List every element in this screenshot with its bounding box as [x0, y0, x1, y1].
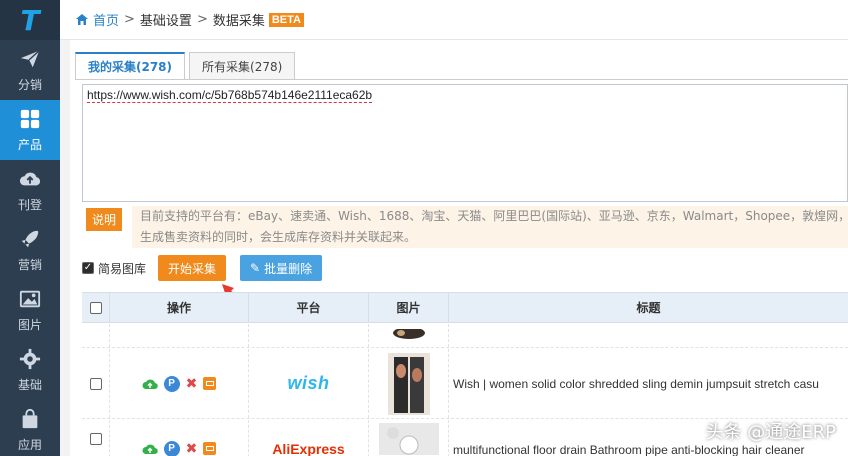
platform-logo-wish: wish — [287, 373, 330, 393]
breadcrumb-home-link[interactable]: 首页 — [93, 10, 119, 29]
more-options-icon[interactable] — [203, 377, 217, 390]
beta-badge: BETA — [268, 12, 304, 27]
simple-gallery-label: 简易图库 — [98, 261, 147, 276]
product-thumbnail[interactable] — [369, 349, 449, 418]
note-badge: 说明 — [86, 208, 123, 231]
tab-bar: 我的采集(278) 所有采集(278) — [75, 52, 299, 80]
paper-plane-icon — [20, 49, 40, 67]
rocket-icon — [21, 230, 39, 247]
sidebar-item-basic[interactable]: 基础 — [0, 340, 60, 400]
header-platform: 平台 — [249, 293, 369, 322]
watermark: 头条 @通途ERP — [705, 422, 836, 443]
breadcrumb-separator: > — [196, 12, 208, 27]
home-icon[interactable] — [75, 13, 89, 26]
product-image — [387, 352, 430, 415]
product-thumbnail[interactable] — [369, 324, 449, 347]
more-options-icon[interactable] — [203, 442, 217, 455]
note-panel: 说明 目前支持的平台有：eBay、速卖通、Wish、1688、淘宝、天猫、阿里巴… — [82, 206, 848, 250]
product-image — [378, 422, 439, 455]
sidebar-item-label: 产品 — [17, 137, 42, 152]
sidebar-item-products[interactable]: 产品 — [0, 100, 60, 160]
publish-p-icon[interactable]: P — [163, 375, 180, 392]
select-all-checkbox[interactable] — [89, 301, 102, 314]
sidebar-item-listing[interactable]: 刊登 — [0, 160, 60, 220]
main-area: 首页 > 基础设置 > 数据采集 BETA 我的采集(278) 所有采集(278… — [60, 0, 848, 456]
url-textarea[interactable]: https://www.wish.com/c/5b768b574b146e211… — [82, 84, 848, 202]
note-line-1: 目前支持的平台有：eBay、速卖通、Wish、1688、淘宝、天猫、阿里巴巴(国… — [140, 209, 848, 223]
sidebar-item-label: 基础 — [17, 377, 42, 392]
breadcrumb-level2: 基础设置 — [139, 14, 192, 29]
header-select-all — [82, 293, 110, 322]
row-checkbox[interactable] — [89, 377, 102, 390]
note-text: 目前支持的平台有：eBay、速卖通、Wish、1688、淘宝、天猫、阿里巴巴(国… — [132, 206, 848, 248]
product-thumbnail[interactable] — [369, 420, 449, 456]
image-icon — [19, 290, 41, 307]
batch-delete-label: 批量删除 — [264, 261, 313, 276]
sidebar-item-apps[interactable]: 应用 — [0, 400, 60, 456]
sidebar-item-marketing[interactable]: 营销 — [0, 220, 60, 280]
url-text: https://www.wish.com/c/5b768b574b146e211… — [87, 88, 373, 103]
logo-text: T — [20, 3, 40, 37]
row-checkbox[interactable] — [89, 432, 102, 445]
sidebar-item-images[interactable]: 图片 — [0, 280, 60, 340]
sidebar-item-label: 刊登 — [17, 197, 42, 212]
table-header: 操作 平台 图片 标题 — [82, 293, 848, 323]
header-title: 标题 — [636, 301, 661, 315]
delete-x-icon[interactable]: ✖ — [186, 375, 198, 392]
tab-my-collections[interactable]: 我的采集(278) — [75, 52, 186, 80]
cloud-upload-icon[interactable] — [142, 441, 158, 456]
row-operations: P ✖ — [142, 440, 217, 456]
delete-x-icon[interactable]: ✖ — [186, 440, 198, 456]
product-title: Wish | women solid color shredded sling … — [453, 376, 819, 391]
gear-icon — [19, 348, 41, 369]
grid-icon — [20, 109, 40, 128]
publish-p-icon[interactable]: P — [163, 440, 180, 456]
sidebar-item-label: 应用 — [17, 437, 42, 452]
simple-gallery-checkbox[interactable] — [82, 262, 94, 274]
start-collect-button[interactable]: 开始采集 — [158, 255, 227, 281]
sidebar-item-label: 图片 — [17, 317, 42, 332]
note-line-2: 生成售卖资料的同时，会生成库存资料并关联起来。 — [140, 230, 417, 244]
shopping-bag-icon — [22, 408, 38, 428]
sidebar-item-label: 分销 — [17, 77, 42, 92]
platform-logo-aliexpress: AliExpress — [272, 441, 345, 456]
breadcrumb: 首页 > 基础设置 > 数据采集 BETA — [60, 0, 848, 40]
sidebar-item-distribution[interactable]: 分销 — [0, 40, 60, 100]
cloud-upload-icon[interactable] — [142, 376, 158, 392]
tab-all-collections[interactable]: 所有采集(278) — [189, 52, 296, 80]
row-operations: P ✖ — [142, 375, 217, 392]
edit-icon: ✎ — [250, 261, 261, 275]
breadcrumb-current: 数据采集 — [212, 14, 265, 29]
header-image: 图片 — [369, 293, 449, 322]
header-operation: 操作 — [110, 293, 249, 322]
sidebar-item-label: 营销 — [17, 257, 42, 272]
cloud-upload-icon — [19, 172, 41, 185]
content-panel: 我的采集(278) 所有采集(278) https://www.wish.com… — [70, 40, 848, 456]
sidebar: T 分销 产品 刊登 营销 图片 基础 应用 — [0, 0, 60, 456]
table-row: P ✖ wish Wish | women solid color shredd… — [82, 349, 848, 419]
action-bar: 简易图库 开始采集 ✎ 批量删除 — [82, 254, 323, 282]
app-logo[interactable]: T — [0, 0, 60, 40]
batch-delete-button[interactable]: ✎ 批量删除 — [240, 255, 323, 281]
tab-divider — [75, 79, 848, 80]
breadcrumb-separator: > — [124, 12, 135, 27]
product-image — [392, 328, 425, 339]
table-row — [82, 324, 848, 348]
